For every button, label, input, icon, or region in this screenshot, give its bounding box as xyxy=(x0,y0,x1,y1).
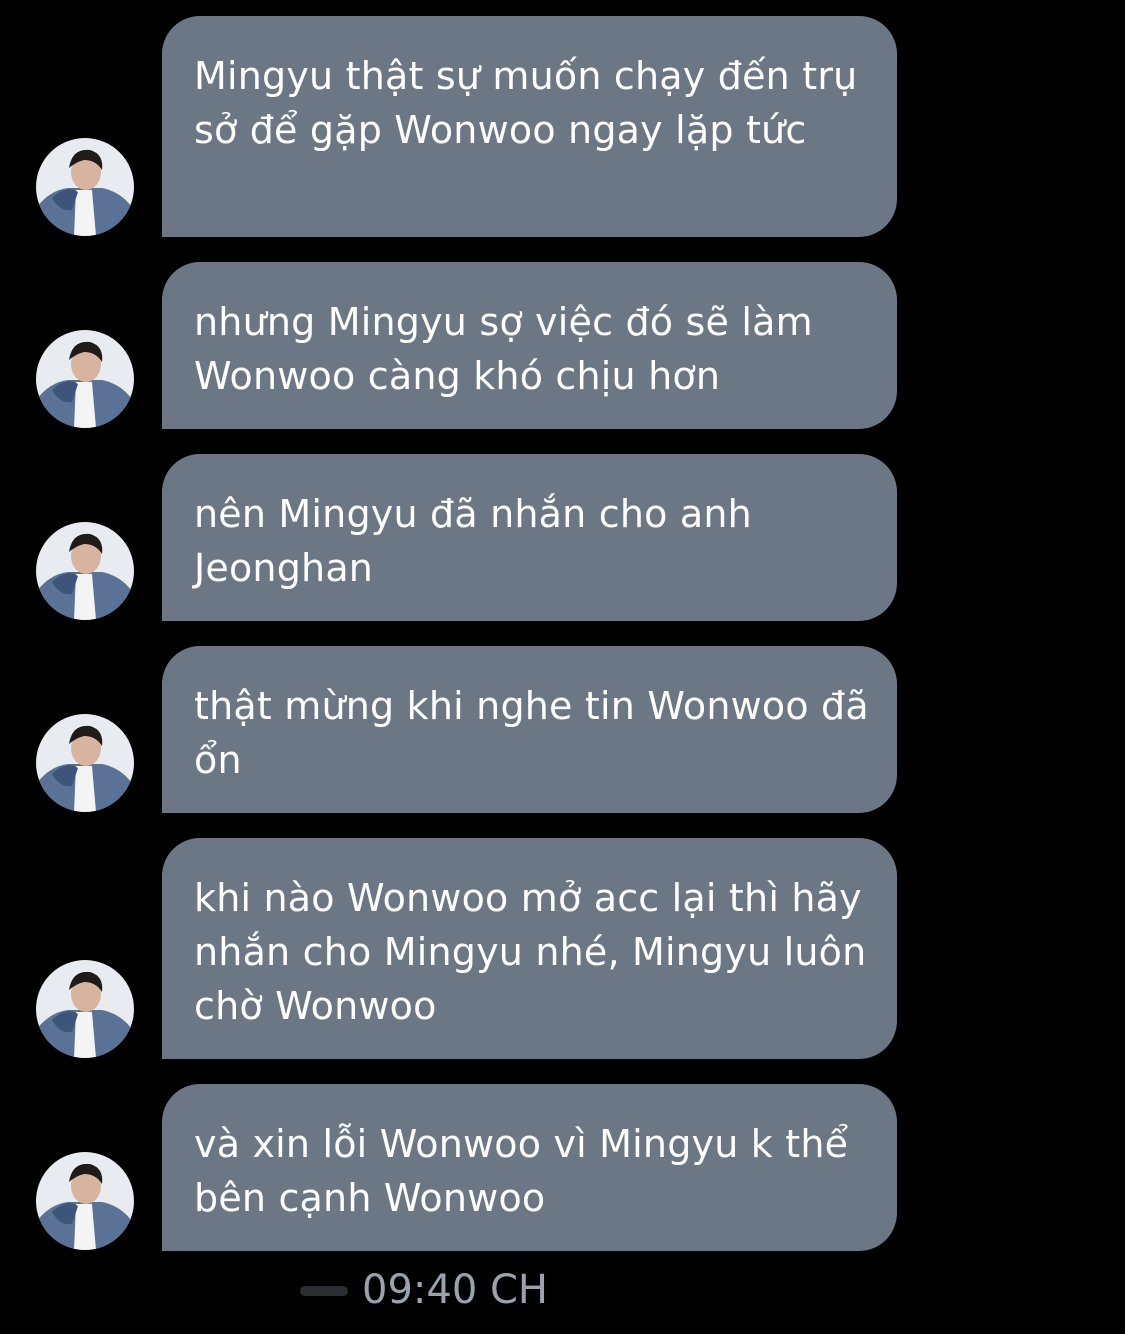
avatar-photo-icon xyxy=(36,714,134,812)
avatar-photo-icon xyxy=(36,1152,134,1250)
message-bubble[interactable]: Mingyu thật sự muốn chạy đến trụ sở để g… xyxy=(162,16,897,237)
sender-avatar[interactable] xyxy=(36,960,134,1058)
message-bubble[interactable]: thật mừng khi nghe tin Wonwoo đã ổn xyxy=(162,646,897,813)
sender-avatar[interactable] xyxy=(36,138,134,236)
sender-avatar[interactable] xyxy=(36,1152,134,1250)
message-bubble[interactable]: khi nào Wonwoo mở acc lại thì hãy nhắn c… xyxy=(162,838,897,1059)
sender-avatar[interactable] xyxy=(36,714,134,812)
message-bubble[interactable]: nhưng Mingyu sợ việc đó sẽ làm Wonwoo cà… xyxy=(162,262,897,429)
message-bubble[interactable]: nên Mingyu đã nhắn cho anh Jeonghan xyxy=(162,454,897,621)
avatar-photo-icon xyxy=(36,330,134,428)
message-bubble[interactable]: và xin lỗi Wonwoo vì Mingyu k thể bên cạ… xyxy=(162,1084,897,1251)
avatar-photo-icon xyxy=(36,960,134,1058)
avatar-photo-icon xyxy=(36,522,134,620)
sender-avatar[interactable] xyxy=(36,330,134,428)
redacted-mark xyxy=(300,1286,348,1296)
message-timestamp: 09:40 CH xyxy=(362,1267,548,1313)
sender-avatar[interactable] xyxy=(36,522,134,620)
avatar-photo-icon xyxy=(36,138,134,236)
